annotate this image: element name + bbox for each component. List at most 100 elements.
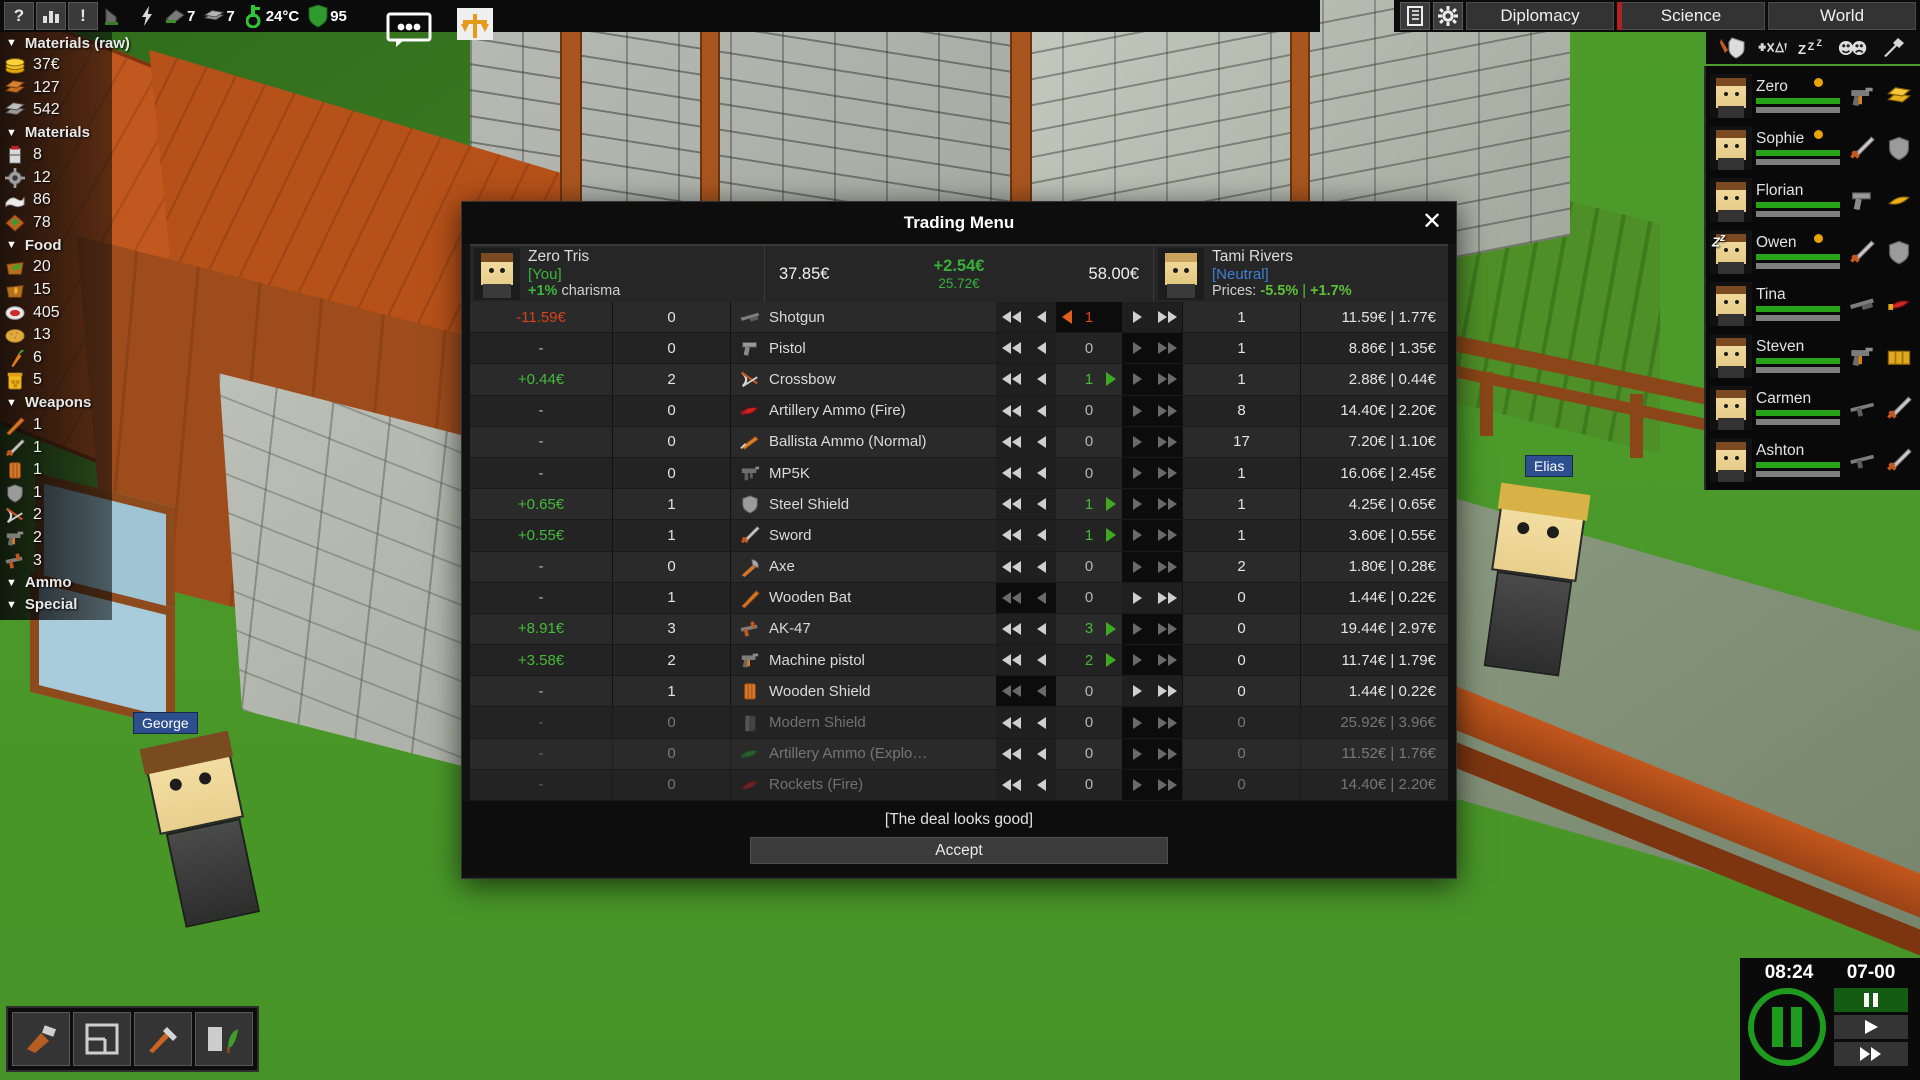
lightning-icon[interactable] [132,2,162,30]
increase-button[interactable] [1122,738,1152,769]
increase-all-button[interactable] [1152,769,1182,800]
rifle-icon[interactable] [1845,393,1879,423]
log-icon[interactable] [1400,2,1430,30]
resource-group-materials[interactable]: ▼ Materials [0,122,112,144]
resource-group-materials-raw[interactable]: ▼ Materials (raw) [0,32,130,54]
table-row[interactable]: +0.65€ 1 Steel Shield 1 1 4.25€ | 0.65€ [470,489,1448,521]
machine-pistol-icon[interactable] [1845,341,1879,371]
resource-group-ammo[interactable]: ▼ Ammo [0,572,112,594]
jobs-button[interactable] [134,1012,192,1066]
increase-all-button[interactable] [1152,333,1182,364]
decrease-button[interactable] [1026,302,1056,333]
decrease-button[interactable] [1026,395,1056,426]
increase-button[interactable] [1122,426,1152,457]
decrease-button[interactable] [1026,551,1056,582]
increase-button[interactable] [1122,457,1152,489]
table-row[interactable]: -0 Rockets (Fire) 0 0 14.40€ | 2.20€ [470,769,1448,801]
decrease-button[interactable] [1026,364,1056,395]
increase-button[interactable] [1122,707,1152,738]
accept-button[interactable]: Accept [750,837,1168,864]
tab-diplomacy[interactable]: Diplomacy [1466,2,1614,30]
rifle-icon[interactable] [1845,445,1879,475]
decrease-all-button[interactable] [996,738,1026,769]
table-row[interactable]: -1 Wooden Bat 0 0 1.44€ | 0.22€ [470,582,1448,614]
ammo-box-icon[interactable] [1882,341,1916,371]
increase-all-button[interactable] [1152,489,1182,520]
table-row[interactable]: -1 Wooden Shield 0 0 1.44€ | 0.22€ [470,676,1448,708]
table-row[interactable]: +3.58€ 2 Machine pistol 2 0 11.74€ | 1.79€ [470,645,1448,677]
decrease-button[interactable] [1026,333,1056,364]
decrease-button[interactable] [1026,645,1056,676]
increase-all-button[interactable] [1152,395,1182,426]
decrease-all-button[interactable] [996,582,1026,613]
decrease-all-button[interactable] [996,645,1026,676]
scales-icon[interactable] [448,0,504,52]
table-row[interactable]: -0 Modern Shield 0 0 25.92€ | 3.96€ [470,707,1448,739]
sword-icon[interactable] [1882,445,1916,475]
character-row[interactable]: Sophie [1706,122,1920,174]
table-row[interactable]: - 0 Ballista Ammo (Normal) 0 17 7.20€ | 1.10€ [470,426,1448,458]
increase-button[interactable] [1122,489,1152,520]
table-row[interactable]: +8.91€ 3 AK-47 3 0 19.44€ | 2.97€ [470,613,1448,646]
increase-all-button[interactable] [1152,457,1182,489]
zzz-icon[interactable]: ZZZ [1798,35,1828,61]
gold-bars-icon[interactable] [1882,81,1916,111]
decrease-all-button[interactable] [996,395,1026,426]
increase-button[interactable] [1122,676,1152,707]
bullet-icon[interactable] [1882,185,1916,215]
sword-shield-icon[interactable] [1718,35,1748,61]
increase-button[interactable] [1122,302,1152,333]
decrease-all-button[interactable] [996,551,1026,582]
decrease-button[interactable] [1026,520,1056,551]
decrease-all-button[interactable] [996,333,1026,364]
table-row[interactable]: +0.44€ 2 Crossbow 1 1 2.88€ | 0.44€ [470,364,1448,396]
increase-button[interactable] [1122,364,1152,395]
shell-icon[interactable] [1882,289,1916,319]
increase-all-button[interactable] [1152,676,1182,707]
increase-all-button[interactable] [1152,582,1182,613]
decrease-all-button[interactable] [996,676,1026,707]
decrease-all-button[interactable] [996,426,1026,457]
table-row[interactable]: - 0 Axe 0 2 1.80€ | 0.28€ [470,551,1448,583]
character-row[interactable]: Zero [1706,70,1920,122]
decrease-all-button[interactable] [996,457,1026,489]
smiley-icon[interactable] [1838,35,1868,61]
increase-all-button[interactable] [1152,707,1182,738]
chat-bubble-icon[interactable] [378,0,440,60]
play-button[interactable] [1834,1015,1908,1039]
fast-forward-button[interactable] [1834,1042,1908,1066]
table-row[interactable]: - 0 Pistol 0 1 8.86€ | 1.35€ [470,333,1448,365]
increase-all-button[interactable] [1152,645,1182,676]
tab-world[interactable]: World [1768,2,1916,30]
increase-button[interactable] [1122,551,1152,582]
rooms-button[interactable] [73,1012,131,1066]
table-row[interactable]: - 0 MP5K 0 1 16.06€ | 2.45€ [470,457,1448,490]
tab-science[interactable]: Science [1617,2,1765,30]
pause-button[interactable] [1834,988,1908,1012]
increase-button[interactable] [1122,769,1152,800]
build-button[interactable] [12,1012,70,1066]
character-row[interactable]: Ashton [1706,434,1920,486]
wrench-icon[interactable] [1878,35,1908,61]
decrease-button[interactable] [1026,582,1056,613]
increase-all-button[interactable] [1152,520,1182,551]
character-row[interactable]: Steven [1706,330,1920,382]
steel-shield-icon[interactable] [1882,133,1916,163]
decrease-all-button[interactable] [996,707,1026,738]
increase-button[interactable] [1122,645,1152,676]
sword-icon[interactable] [1845,237,1879,267]
decrease-button[interactable] [1026,426,1056,457]
increase-button[interactable] [1122,582,1152,613]
stats-button[interactable] [36,2,66,30]
decrease-all-button[interactable] [996,520,1026,551]
decrease-button[interactable] [1026,489,1056,520]
medical-icon[interactable] [1758,35,1788,61]
table-row[interactable]: -0 Artillery Ammo (Explo… 0 0 11.52€ | 1.76€ [470,738,1448,770]
machine-pistol-icon[interactable] [1845,81,1879,111]
decrease-button[interactable] [1026,738,1056,769]
steel-shield-icon[interactable] [1882,237,1916,267]
help-button[interactable]: ? [4,2,34,30]
decrease-all-button[interactable] [996,613,1026,645]
farm-button[interactable] [195,1012,253,1066]
resource-group-food[interactable]: ▼ Food [0,234,112,256]
